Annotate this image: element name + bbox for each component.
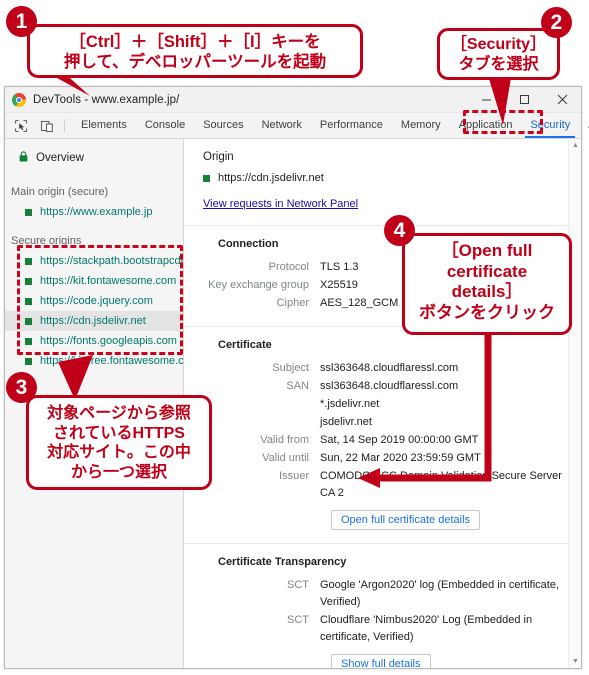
- sidebar-item-main-origin[interactable]: https://www.example.jp: [5, 202, 183, 222]
- sidebar-item-main-origin-label: https://www.example.jp: [40, 206, 153, 218]
- annotation-callout-1-line1: ［Ctrl］＋［Shift］＋［I］キーを: [69, 33, 321, 51]
- tab-sources[interactable]: Sources: [194, 113, 252, 138]
- sct-row: SCT Cloudflare 'Nimbus2020' Log (Embedde…: [203, 612, 568, 646]
- annotation-callout-1: ［Ctrl］＋［Shift］＋［I］キーを 押して、デベロッパーツールを起動: [27, 24, 363, 78]
- certificate-row: *.jsdelivr.net: [203, 396, 568, 413]
- annotation-callout-2-line1: ［Security］: [450, 36, 547, 53]
- certificate-row-key: Subject: [272, 362, 309, 374]
- annotation-callout-4: ［Open full certificate details］ ボタンをクリック: [402, 233, 572, 335]
- certificate-transparency-section: Certificate Transparency SCT Google 'Arg…: [184, 544, 568, 668]
- certificate-row-value: jsdelivr.net: [320, 416, 372, 428]
- certificate-row-key: Valid until: [262, 452, 309, 464]
- open-full-certificate-details-button[interactable]: Open full certificate details: [331, 510, 481, 530]
- secure-square-icon: [25, 357, 32, 365]
- connection-row-key: Key exchange group: [208, 279, 309, 291]
- annotation-badge-1: 1: [6, 6, 37, 37]
- sidebar-item-secure-origin-label: https://kit-free.fontawesome.com: [40, 355, 184, 367]
- certificate-row-key: [203, 396, 320, 413]
- certificate-row-value: ssl363648.cloudflaressl.com: [320, 362, 459, 374]
- security-tab-highlight-box: [463, 110, 543, 134]
- tab-elements[interactable]: Elements: [72, 113, 136, 138]
- certificate-row-value: *.jsdelivr.net: [320, 398, 380, 410]
- devtools-window: DevTools - www.example.jp/ Elements Cons…: [4, 86, 589, 669]
- certificate-section-title: Certificate: [218, 339, 272, 351]
- origin-value-row: https://cdn.jsdelivr.net: [203, 172, 568, 184]
- certificate-row-value: ssl363648.cloudflaressl.com: [320, 380, 459, 392]
- sct-row-value: Google 'Argon2020' log (Embedded in cert…: [320, 579, 560, 608]
- annotation-callout-3-line1: 対象ページから参照: [47, 405, 191, 422]
- sidebar-heading-main-origin: Main origin (secure): [11, 186, 109, 198]
- secure-square-icon: [25, 208, 32, 216]
- certificate-row-key: Issuer: [279, 470, 309, 482]
- certificate-row-key: SAN: [286, 380, 309, 392]
- certificate-row-key: [203, 414, 320, 431]
- connection-row-key: Cipher: [276, 297, 309, 309]
- maximize-icon[interactable]: [505, 87, 543, 112]
- annotation-callout-4-line4: ボタンをクリック: [419, 303, 555, 323]
- annotation-badge-4: 4: [384, 215, 415, 246]
- window-title: DevTools - www.example.jp/: [33, 93, 180, 106]
- connection-row-value: TLS 1.3: [320, 261, 359, 273]
- annotation-callout-2: ［Security］ タブを選択: [437, 28, 560, 80]
- certificate-row: Subject ssl363648.cloudflaressl.com: [203, 360, 568, 377]
- certificate-row: SAN ssl363648.cloudflaressl.com: [203, 378, 568, 395]
- annotation-callout-4-line2: certificate: [446, 261, 528, 281]
- annotation-callout-4-line1: ［Open full: [441, 241, 533, 260]
- sct-row-key: SCT: [287, 614, 309, 626]
- sct-row: SCT Google 'Argon2020' log (Embedded in …: [203, 577, 568, 611]
- annotation-callout-3-line3: 対応サイト。この中: [47, 444, 191, 462]
- connection-row-value: X25519: [320, 279, 358, 291]
- origin-section: Origin https://cdn.jsdelivr.net View req…: [184, 139, 568, 226]
- annotation-callout-2-line2: タブを選択: [458, 55, 539, 73]
- annotation-callout-4-line3: details］: [451, 282, 523, 302]
- certificate-row: Issuer COMODO ECC Domain Validation Secu…: [203, 468, 568, 502]
- sidebar-item-overview[interactable]: Overview: [5, 146, 183, 170]
- toggle-device-toolbar-icon[interactable]: [37, 116, 57, 136]
- connection-row-value: AES_128_GCM: [320, 297, 399, 309]
- scroll-up-icon[interactable]: ▲: [569, 139, 581, 152]
- origin-value: https://cdn.jsdelivr.net: [218, 172, 324, 184]
- main-panel-scrollbar[interactable]: ▲ ▼: [568, 139, 581, 668]
- certificate-transparency-title: Certificate Transparency: [218, 556, 347, 568]
- toolbar-divider: [64, 119, 65, 132]
- origin-section-title: Origin: [203, 151, 234, 163]
- secure-square-icon: [203, 174, 210, 182]
- tab-audits[interactable]: Audits: [579, 113, 589, 138]
- certificate-row-value: Sat, 14 Sep 2019 00:00:00 GMT: [320, 434, 479, 446]
- security-scroll-area: Origin https://cdn.jsdelivr.net View req…: [184, 139, 581, 668]
- view-requests-in-network-panel-link[interactable]: View requests in Network Panel: [203, 198, 358, 210]
- certificate-row: jsdelivr.net: [203, 414, 568, 431]
- annotation-badge-3: 3: [6, 372, 37, 403]
- tab-network[interactable]: Network: [253, 113, 311, 138]
- secure-origins-highlight-box: [17, 245, 183, 355]
- tab-console[interactable]: Console: [136, 113, 194, 138]
- sct-row-key: SCT: [287, 579, 309, 591]
- tab-memory[interactable]: Memory: [392, 113, 450, 138]
- tab-performance[interactable]: Performance: [311, 113, 392, 138]
- lock-icon: [19, 151, 28, 165]
- minimize-icon[interactable]: [467, 87, 505, 112]
- chrome-logo-icon: [12, 92, 26, 107]
- close-icon[interactable]: [543, 87, 581, 112]
- annotation-badge-2: 2: [541, 7, 572, 38]
- connection-row-key: Protocol: [268, 261, 309, 273]
- inspect-element-icon[interactable]: [11, 116, 31, 136]
- certificate-row-value: Sun, 22 Mar 2020 23:59:59 GMT: [320, 452, 481, 464]
- show-full-details-button[interactable]: Show full details: [331, 654, 431, 668]
- window-controls: [467, 87, 581, 112]
- scroll-down-icon[interactable]: ▼: [569, 655, 581, 668]
- certificate-row: Valid from Sat, 14 Sep 2019 00:00:00 GMT: [203, 432, 568, 449]
- annotation-callout-3-line2: されているHTTPS: [53, 424, 185, 442]
- annotation-callout-3-line4: から一つ選択: [70, 463, 167, 481]
- certificate-row-value: COMODO ECC Domain Validation Secure Serv…: [320, 470, 562, 499]
- annotation-callout-1-line2: 押して、デベロッパーツールを起動: [63, 53, 327, 72]
- certificate-section: Certificate Subject ssl363648.cloudflare…: [184, 327, 568, 544]
- annotation-callout-3: 対象ページから参照 されているHTTPS 対応サイト。この中 から一つ選択: [26, 395, 212, 490]
- certificate-row: Valid until Sun, 22 Mar 2020 23:59:59 GM…: [203, 450, 568, 467]
- sidebar-item-overview-label: Overview: [36, 152, 84, 164]
- certificate-row-key: Valid from: [260, 434, 309, 446]
- security-main-panel: Origin https://cdn.jsdelivr.net View req…: [184, 139, 581, 668]
- sct-row-value: Cloudflare 'Nimbus2020' Log (Embedded in…: [320, 614, 533, 643]
